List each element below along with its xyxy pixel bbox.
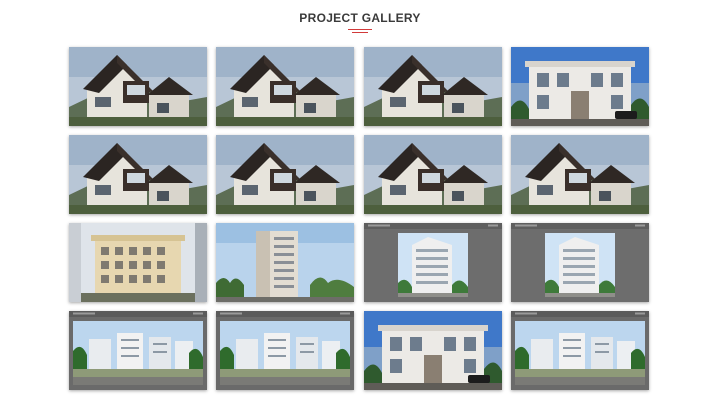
gallery-thumbnail[interactable] (216, 311, 354, 390)
gallery-thumbnail[interactable] (364, 47, 502, 126)
project-photo (69, 223, 207, 302)
project-photo (364, 311, 502, 390)
gallery-thumbnail[interactable] (216, 223, 354, 302)
project-photo (69, 311, 207, 390)
project-photo (511, 47, 649, 126)
gallery-thumbnail[interactable] (364, 223, 502, 302)
gallery-thumbnail[interactable] (511, 223, 649, 302)
project-photo (511, 223, 649, 302)
project-photo (216, 135, 354, 214)
project-photo (216, 223, 354, 302)
gallery-thumbnail[interactable] (69, 135, 207, 214)
project-photo (69, 47, 207, 126)
project-gallery-grid (69, 47, 649, 390)
gallery-thumbnail[interactable] (364, 311, 502, 390)
project-photo (364, 135, 502, 214)
gallery-thumbnail[interactable] (69, 223, 207, 302)
project-photo (216, 47, 354, 126)
gallery-thumbnail[interactable] (216, 135, 354, 214)
gallery-thumbnail[interactable] (511, 47, 649, 126)
project-photo (216, 311, 354, 390)
gallery-thumbnail[interactable] (364, 135, 502, 214)
gallery-thumbnail[interactable] (511, 311, 649, 390)
title-underline (348, 29, 372, 35)
page-title: PROJECT GALLERY (299, 11, 421, 25)
project-photo (511, 135, 649, 214)
gallery-thumbnail[interactable] (216, 47, 354, 126)
gallery-thumbnail[interactable] (511, 135, 649, 214)
gallery-thumbnail[interactable] (69, 47, 207, 126)
project-photo (364, 223, 502, 302)
gallery-thumbnail[interactable] (69, 311, 207, 390)
project-photo (69, 135, 207, 214)
project-photo (364, 47, 502, 126)
project-photo (511, 311, 649, 390)
